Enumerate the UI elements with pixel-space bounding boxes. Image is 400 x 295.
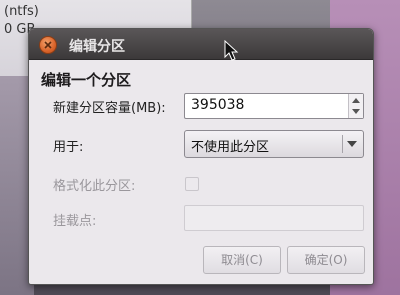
format-partition-label: 格式化此分区: <box>53 179 136 194</box>
dialog-titlebar[interactable]: 编辑分区 <box>29 29 373 60</box>
partition-size-value: 395038 <box>191 97 245 113</box>
format-partition-checkbox[interactable] <box>185 177 199 191</box>
chevron-up-icon[interactable] <box>352 98 360 103</box>
background-label-ntfs: (ntfs) <box>4 4 39 19</box>
use-as-dropdown[interactable]: 不使用此分区 <box>184 130 364 158</box>
mount-point-label: 挂载点: <box>53 214 97 229</box>
cancel-button[interactable]: 取消(C) <box>203 246 281 274</box>
dropdown-arrow-icon[interactable] <box>347 141 357 147</box>
dialog-heading: 编辑一个分区 <box>41 71 132 89</box>
use-as-value: 不使用此分区 <box>191 140 270 155</box>
dropdown-separator <box>342 135 343 153</box>
use-as-label: 用于: <box>53 140 84 155</box>
chevron-down-icon[interactable] <box>352 109 360 114</box>
close-button[interactable] <box>39 36 57 54</box>
mouse-pointer-icon <box>224 40 239 61</box>
close-icon <box>44 41 52 49</box>
ok-button[interactable]: 确定(O) <box>287 246 365 274</box>
partition-size-label: 新建分区容量(MB): <box>53 101 166 116</box>
edit-partition-dialog: 编辑分区 编辑一个分区 新建分区容量(MB): 395038 用于: 不使用此分… <box>28 28 374 285</box>
mount-point-input[interactable] <box>184 205 364 231</box>
partition-size-spinner[interactable]: 395038 <box>184 93 364 119</box>
spinner-arrows[interactable] <box>348 94 363 118</box>
dialog-title: 编辑分区 <box>69 39 125 55</box>
